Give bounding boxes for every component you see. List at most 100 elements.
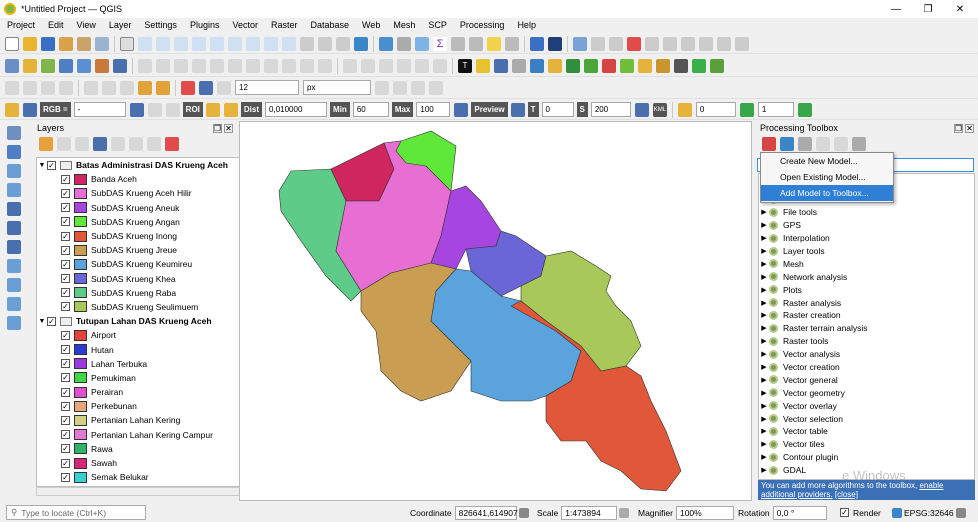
- show-hide-label-icon[interactable]: [379, 58, 393, 73]
- layer-item[interactable]: ✓ Pemukiman: [37, 371, 254, 385]
- annotation-icon[interactable]: [505, 36, 519, 51]
- scp-tool-icon[interactable]: [5, 102, 19, 117]
- options-icon[interactable]: [852, 136, 866, 151]
- expand-arrow-icon[interactable]: ▶: [759, 363, 769, 371]
- group-visibility-checkbox[interactable]: ✓: [47, 160, 56, 170]
- crs-label[interactable]: EPSG:32646: [904, 508, 954, 518]
- toolbox-group-item[interactable]: ▶ Raster terrain analysis: [759, 322, 974, 335]
- toolbox-group-item[interactable]: ▶ Raster creation: [759, 309, 974, 322]
- pan-to-selection-icon[interactable]: [138, 36, 152, 51]
- layer-visibility-checkbox[interactable]: ✓: [61, 430, 70, 440]
- filter-expression-icon[interactable]: [111, 136, 125, 151]
- circle-tool-icon[interactable]: [217, 80, 231, 95]
- menu-open-existing-model[interactable]: Open Existing Model...: [761, 169, 893, 185]
- map-tips-icon[interactable]: [487, 36, 501, 51]
- save-project-icon[interactable]: [41, 36, 55, 51]
- toolbox-group-item[interactable]: ▶ Vector geometry: [759, 386, 974, 399]
- menu-processing[interactable]: Processing: [453, 18, 511, 33]
- toolbox-group-item[interactable]: ▶ Interpolation: [759, 232, 974, 245]
- expand-arrow-icon[interactable]: ▶: [759, 221, 769, 229]
- expand-arrow-icon[interactable]: ▶: [759, 208, 769, 216]
- node-tool-icon[interactable]: [375, 80, 389, 95]
- preview-label[interactable]: Preview: [471, 102, 508, 117]
- plugin-rect-icon[interactable]: [692, 58, 706, 73]
- style-manager-icon[interactable]: [95, 36, 109, 51]
- layer-group[interactable]: ▼ ✓ Tutupan Lahan DAS Krueng Aceh: [37, 314, 254, 328]
- toolbox-group-item[interactable]: ▶ Mesh: [759, 257, 974, 270]
- unit-dropdown[interactable]: px: [303, 80, 371, 95]
- scp-global-icon[interactable]: [165, 102, 180, 117]
- python-plugin-icon[interactable]: [530, 58, 544, 73]
- add-wcs-icon[interactable]: [7, 259, 21, 273]
- layer-visibility-checkbox[interactable]: ✓: [61, 472, 70, 482]
- toolbox-group-item[interactable]: ▶ Vector general: [759, 373, 974, 386]
- expand-arrow-icon[interactable]: ▶: [759, 466, 769, 474]
- zoom-out-icon[interactable]: [174, 36, 188, 51]
- rotate-label-icon[interactable]: [415, 58, 429, 73]
- add-postgis-icon[interactable]: [7, 202, 21, 216]
- layer-visibility-checkbox[interactable]: ✓: [61, 444, 70, 454]
- add-feature-icon[interactable]: [192, 58, 206, 73]
- layer-visibility-checkbox[interactable]: ✓: [61, 330, 70, 340]
- layer-visibility-checkbox[interactable]: ✓: [61, 188, 70, 198]
- menu-raster[interactable]: Raster: [264, 18, 304, 33]
- zoom-native-icon[interactable]: [246, 36, 260, 51]
- simplify-icon[interactable]: [735, 36, 749, 51]
- current-edits-icon[interactable]: [138, 58, 152, 73]
- fill-ring-icon[interactable]: [411, 80, 425, 95]
- expand-arrow-icon[interactable]: ▶: [759, 247, 769, 255]
- expand-arrow-icon[interactable]: ▶: [759, 440, 769, 448]
- cut-features-icon[interactable]: [246, 58, 260, 73]
- expand-arrow-icon[interactable]: ▶: [759, 324, 769, 332]
- car-route-icon[interactable]: [494, 58, 508, 73]
- expand-arrow-icon[interactable]: ▶: [759, 453, 769, 461]
- layer-item[interactable]: ✓ SubDAS Krueng Aneuk: [37, 201, 254, 215]
- layer-item[interactable]: ✓ Sawah: [37, 456, 254, 470]
- move-label-icon[interactable]: [397, 58, 411, 73]
- scp-band-icon[interactable]: [677, 102, 692, 117]
- gps-icon[interactable]: [512, 58, 526, 73]
- band-combo[interactable]: -: [73, 102, 126, 117]
- map-canvas[interactable]: [239, 121, 752, 501]
- zoom-full-icon[interactable]: [192, 36, 206, 51]
- copy-features-icon[interactable]: [264, 58, 278, 73]
- layer-item[interactable]: ✓ Perairan: [37, 385, 254, 399]
- undo-icon[interactable]: [300, 58, 314, 73]
- add-raster-icon[interactable]: [59, 58, 73, 73]
- expand-arrow-icon[interactable]: ▶: [759, 376, 769, 384]
- expand-arrow-icon[interactable]: ▶: [759, 260, 769, 268]
- layer-item[interactable]: ✓ Hutan: [37, 342, 254, 356]
- menu-web[interactable]: Web: [355, 18, 386, 33]
- layer-item[interactable]: ✓ SubDAS Krueng Seulimuem: [37, 300, 254, 314]
- layer-visibility-checkbox[interactable]: ✓: [61, 274, 70, 284]
- toolbox-group-item[interactable]: ▶ Vector tiles: [759, 438, 974, 451]
- history-icon[interactable]: [798, 136, 812, 151]
- delete-selected-icon[interactable]: [228, 58, 242, 73]
- select-expression-icon[interactable]: [138, 80, 152, 95]
- scp-preview-zoom-icon[interactable]: [454, 102, 469, 117]
- toolbox-group-item[interactable]: ▶ GPS: [759, 219, 974, 232]
- layer-visibility-checkbox[interactable]: ✓: [61, 345, 70, 355]
- pin-label-icon[interactable]: [361, 58, 375, 73]
- add-virtual-icon[interactable]: [7, 316, 21, 330]
- new-map-view-icon[interactable]: [300, 36, 314, 51]
- expand-arrow-icon[interactable]: ▶: [759, 415, 769, 423]
- messages-icon[interactable]: [955, 507, 966, 518]
- scp-zoom-icon[interactable]: [23, 102, 37, 117]
- close-panel-icon[interactable]: ✕: [224, 124, 233, 134]
- snapping-icon[interactable]: [5, 80, 19, 95]
- digitize-shape-icon[interactable]: [591, 36, 605, 51]
- zoom-in-icon[interactable]: [156, 36, 170, 51]
- scp-redraw-icon[interactable]: [634, 102, 649, 117]
- reshape-icon[interactable]: [645, 36, 659, 51]
- add-mesh-layer-icon[interactable]: [7, 164, 21, 178]
- add-arcgis-icon[interactable]: [7, 297, 21, 311]
- plugin-tools-icon[interactable]: [674, 58, 688, 73]
- menu-help[interactable]: Help: [510, 18, 542, 33]
- add-vector-layer-icon[interactable]: [7, 126, 21, 140]
- layer-visibility-checkbox[interactable]: ✓: [61, 217, 70, 227]
- measure-dropdown-icon[interactable]: [469, 36, 483, 51]
- paste-features-icon[interactable]: [282, 58, 296, 73]
- expand-arrow-icon[interactable]: ▶: [759, 389, 769, 397]
- roi-draw-icon[interactable]: [205, 102, 220, 117]
